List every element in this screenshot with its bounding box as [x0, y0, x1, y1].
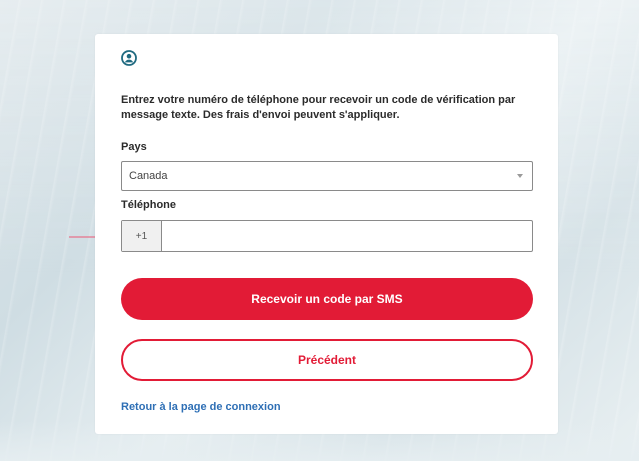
phone-input[interactable] — [162, 221, 532, 251]
chevron-down-icon — [517, 174, 523, 178]
country-select[interactable]: Canada — [121, 161, 533, 191]
back-to-login-link[interactable]: Retour à la page de connexion — [121, 401, 281, 413]
phone-label: Téléphone — [121, 199, 177, 211]
send-sms-code-button[interactable]: Recevoir un code par SMS — [121, 278, 533, 320]
country-label: Pays — [121, 141, 147, 153]
country-select-value: Canada — [129, 170, 168, 182]
sms-verification-card: Entrez votre numéro de téléphone pour re… — [95, 34, 558, 434]
phone-field-group: +1 — [121, 220, 533, 252]
instructions-text: Entrez votre numéro de téléphone pour re… — [121, 94, 516, 121]
user-circle-icon — [121, 50, 137, 66]
phone-prefix: +1 — [122, 221, 162, 251]
previous-button[interactable]: Précédent — [121, 339, 533, 381]
